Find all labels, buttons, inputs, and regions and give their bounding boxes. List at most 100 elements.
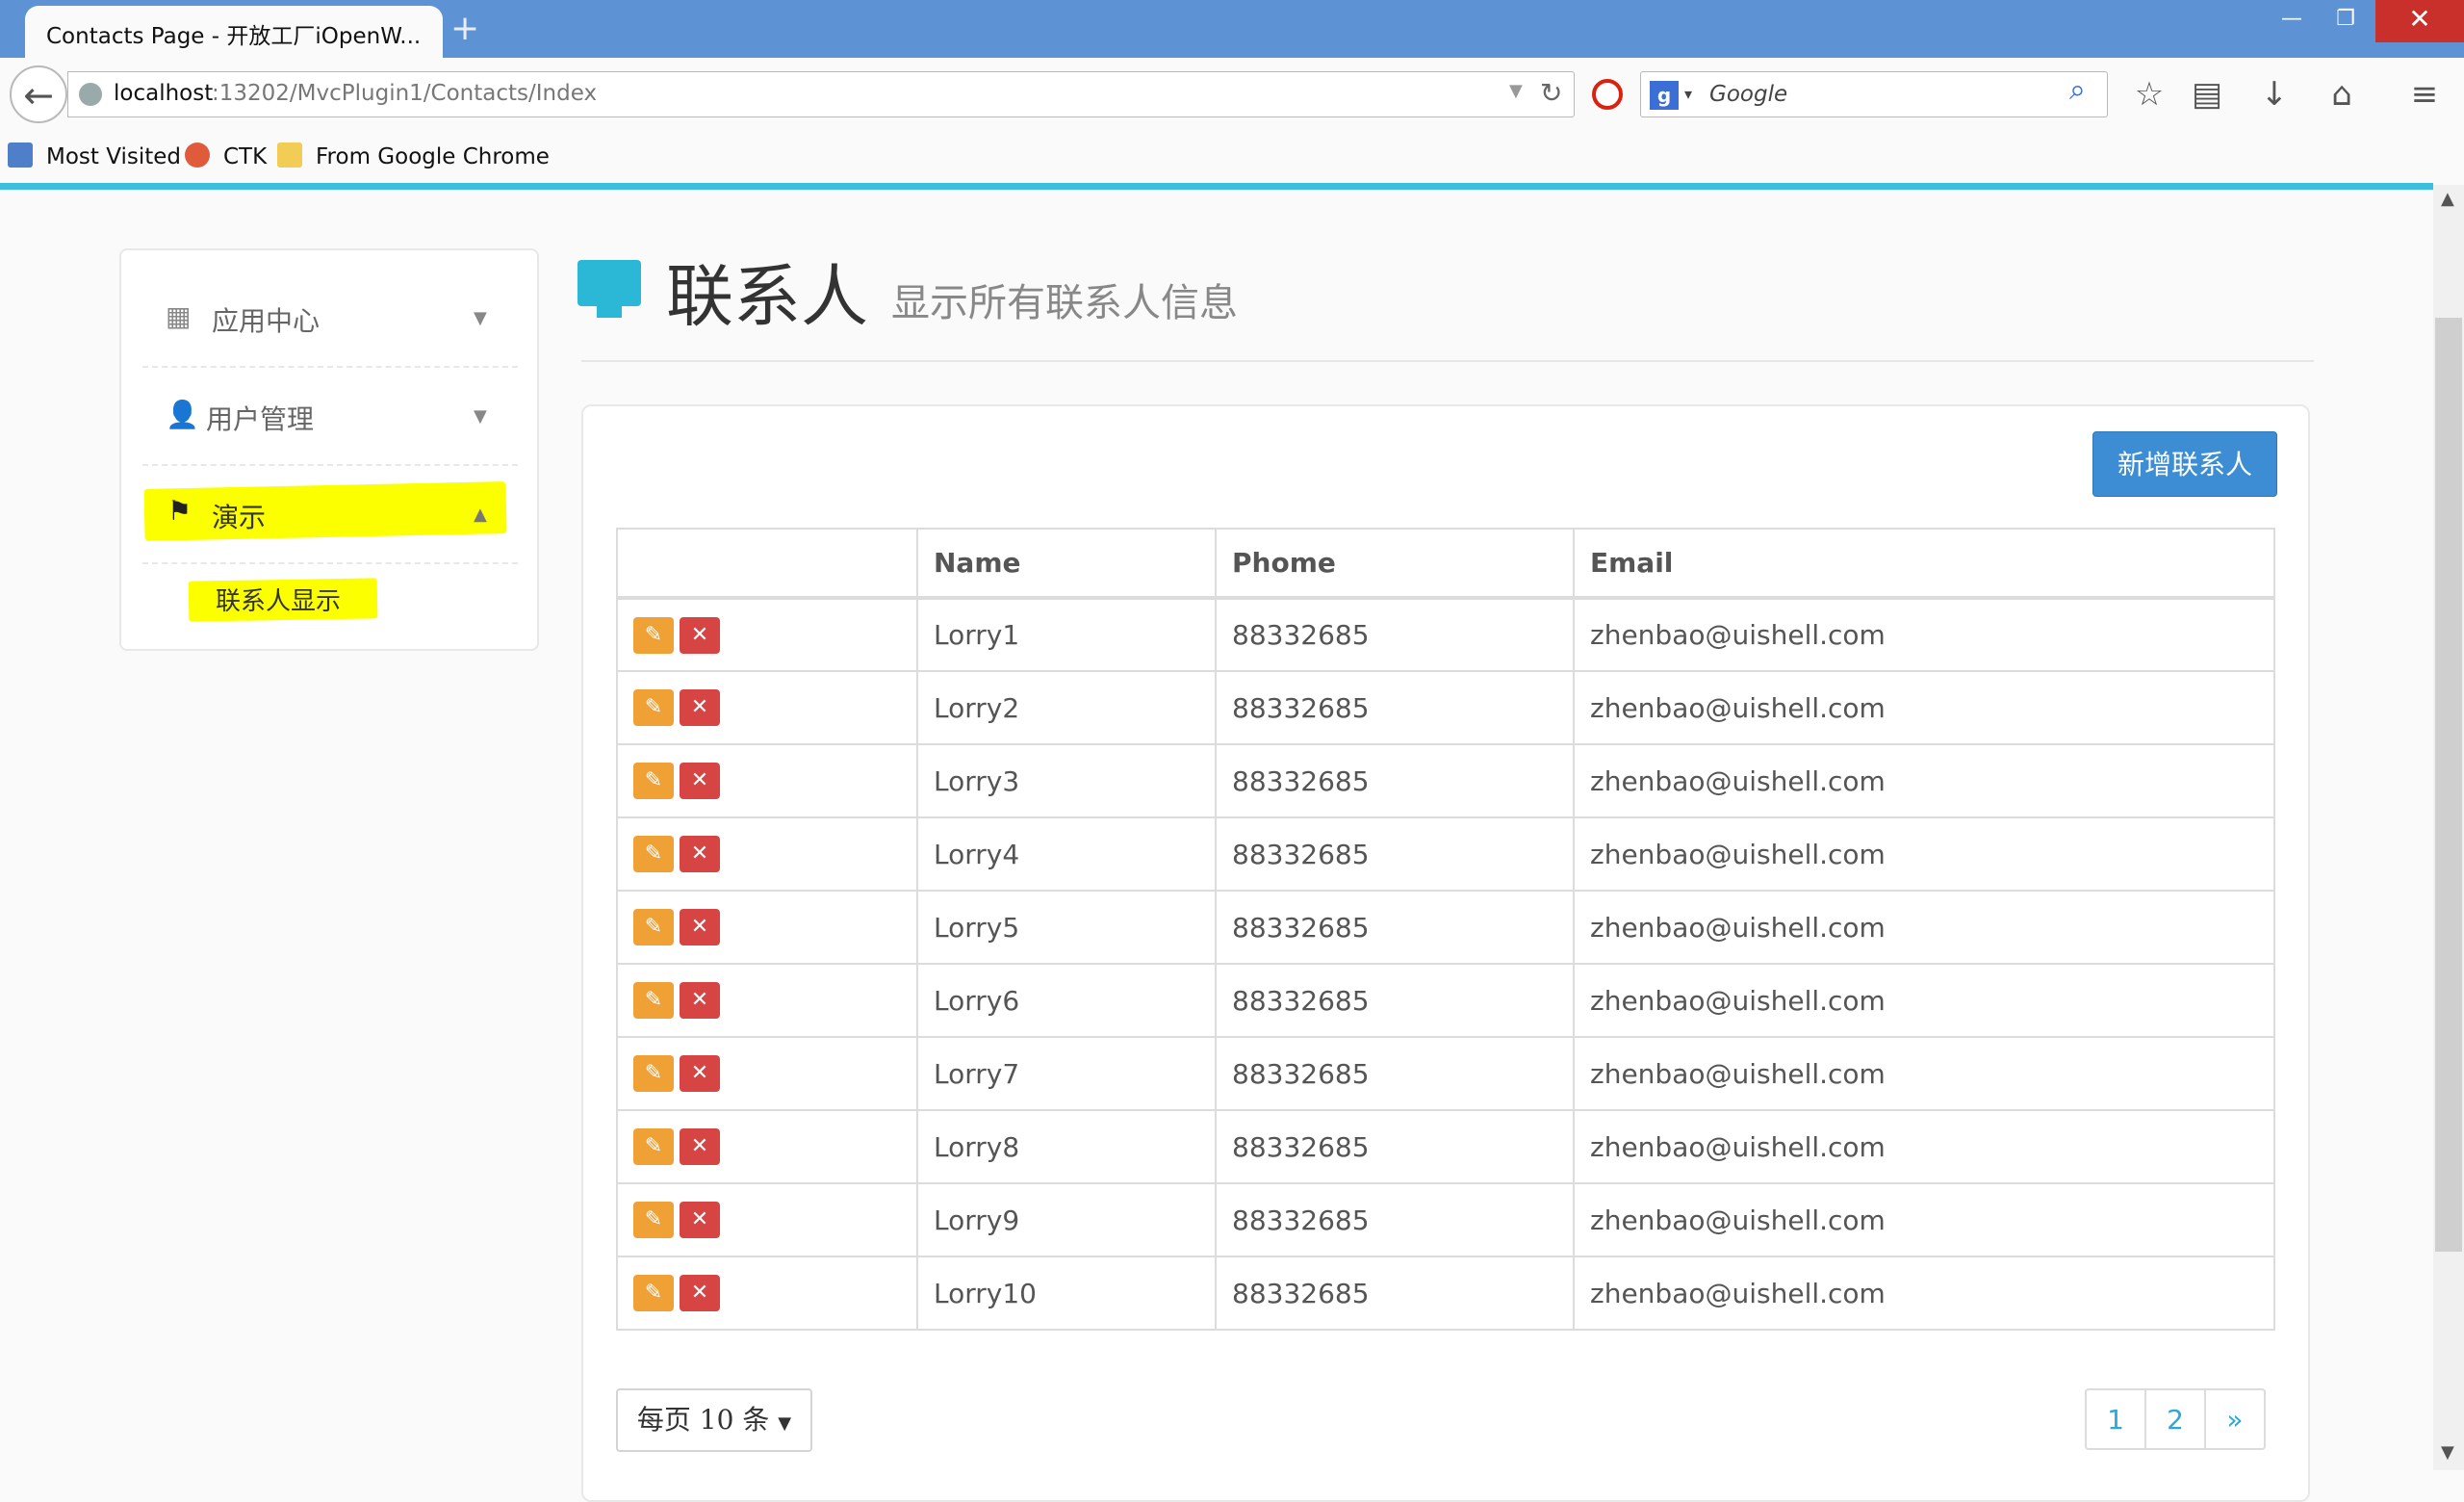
url-host[interactable]: localhost [114, 81, 213, 106]
url-dropdown-icon[interactable]: ▼ [1509, 81, 1523, 101]
cell-name: Lorry10 [916, 1256, 1217, 1331]
adblock-icon[interactable] [1592, 79, 1623, 110]
edit-pencil-icon[interactable]: ✎ [633, 836, 674, 872]
table-header-row: Name Phome Email [616, 528, 2275, 600]
flag-icon: ⚑ [167, 495, 192, 527]
home-icon[interactable]: ⌂ [2320, 75, 2364, 114]
back-button[interactable]: ← [10, 65, 67, 123]
edit-pencil-icon[interactable]: ✎ [633, 982, 674, 1019]
edit-pencil-icon[interactable]: ✎ [633, 1128, 674, 1165]
tab-title[interactable]: Contacts Page - 开放工厂iOpenW... [46, 17, 421, 50]
edit-pencil-icon[interactable]: ✎ [633, 1055, 674, 1092]
cell-name: Lorry9 [916, 1182, 1217, 1257]
page-link-next[interactable]: » [2204, 1388, 2266, 1450]
delete-x-icon[interactable]: ✕ [680, 1202, 720, 1238]
edit-pencil-icon[interactable]: ✎ [633, 909, 674, 945]
delete-x-icon[interactable]: ✕ [680, 1055, 720, 1092]
cell-name: Lorry8 [916, 1109, 1217, 1184]
ctk-icon[interactable] [185, 142, 210, 168]
scroll-up-icon[interactable]: ▲ [2441, 189, 2454, 209]
page-link-2[interactable]: 2 [2144, 1388, 2206, 1450]
edit-pencil-icon[interactable]: ✎ [633, 763, 674, 799]
edit-pencil-icon[interactable]: ✎ [633, 1202, 674, 1238]
close-window-button[interactable]: ✕ [2375, 0, 2464, 42]
cell-phone: 88332685 [1215, 597, 1575, 672]
engine-caret-icon[interactable]: ▾ [1684, 85, 1692, 103]
search-input[interactable]: Google [1709, 82, 1787, 107]
new-tab-button[interactable]: + [450, 10, 479, 48]
scroll-down-icon[interactable]: ▼ [2441, 1442, 2454, 1463]
sidebar-divider [142, 366, 518, 368]
delete-x-icon[interactable]: ✕ [680, 1275, 720, 1311]
delete-x-icon[interactable]: ✕ [680, 1128, 720, 1165]
delete-x-icon[interactable]: ✕ [680, 763, 720, 799]
row-actions: ✎ ✕ [616, 743, 918, 818]
page-subtitle: 显示所有联系人信息 [891, 281, 1238, 325]
folder-icon[interactable] [277, 142, 302, 168]
url-path[interactable]: :13202/MvcPlugin1/Contacts/Index [212, 81, 597, 106]
delete-x-icon[interactable]: ✕ [680, 836, 720, 872]
sidebar-divider [142, 562, 518, 564]
minimize-button[interactable]: — [2268, 0, 2316, 42]
bookmark-most-visited[interactable]: Most Visited [46, 144, 181, 169]
cell-phone: 88332685 [1215, 743, 1575, 818]
edit-pencil-icon[interactable]: ✎ [633, 616, 674, 654]
cell-email: zhenbao@uishell.com [1573, 1036, 2275, 1111]
highlight-mark [143, 481, 507, 541]
table-row: ✎ ✕ Lorry3 88332685 zhenbao@uishell.com [616, 743, 2275, 818]
google-engine-icon[interactable]: g [1650, 81, 1679, 110]
reload-icon[interactable]: ↻ [1540, 77, 1562, 109]
cell-email: zhenbao@uishell.com [1573, 670, 2275, 745]
sidebar-item-app-center[interactable]: 应用中心 [212, 300, 320, 339]
column-header-phone[interactable]: Phome [1215, 528, 1575, 600]
search-icon[interactable]: ⌕ [2069, 73, 2086, 107]
delete-x-icon[interactable]: ✕ [680, 616, 720, 654]
delete-x-icon[interactable]: ✕ [680, 909, 720, 945]
user-icon: 👤 [166, 399, 199, 430]
reading-list-icon[interactable]: ▤ [2185, 75, 2229, 114]
cell-email: zhenbao@uishell.com [1573, 597, 2275, 672]
download-icon[interactable]: ↓ [2252, 75, 2297, 114]
table-row: ✎ ✕ Lorry9 88332685 zhenbao@uishell.com [616, 1182, 2275, 1257]
sidebar-item-demo[interactable]: 演示 [212, 497, 266, 535]
delete-x-icon[interactable]: ✕ [680, 689, 720, 726]
title-divider [581, 360, 2314, 362]
table-row: ✎ ✕ Lorry7 88332685 zhenbao@uishell.com [616, 1036, 2275, 1111]
column-header-name[interactable]: Name [916, 528, 1217, 600]
bookmark-ctk[interactable]: CTK [223, 144, 267, 169]
pagination: 1 2 » [2085, 1388, 2266, 1452]
site-info-icon[interactable] [79, 83, 102, 106]
scrollbar-thumb[interactable] [2435, 318, 2462, 1252]
page-size-select[interactable]: 每页 10 条 ▼ [616, 1388, 812, 1452]
grid-icon: ▦ [166, 300, 192, 332]
maximize-button[interactable]: ❐ [2322, 0, 2370, 42]
edit-pencil-icon[interactable]: ✎ [633, 689, 674, 726]
row-actions: ✎ ✕ [616, 890, 918, 965]
row-actions: ✎ ✕ [616, 1036, 918, 1111]
edit-pencil-icon[interactable]: ✎ [633, 1275, 674, 1311]
monitor-icon [578, 260, 641, 306]
table-row: ✎ ✕ Lorry2 88332685 zhenbao@uishell.com [616, 670, 2275, 745]
cell-email: zhenbao@uishell.com [1573, 890, 2275, 965]
chevron-down-icon[interactable]: ▼ [474, 308, 487, 328]
chrome-divider [0, 183, 2433, 190]
bookmark-star-icon[interactable]: ☆ [2127, 75, 2171, 114]
bookmark-from-google-chrome[interactable]: From Google Chrome [316, 144, 550, 169]
cell-name: Lorry7 [916, 1036, 1217, 1111]
sidebar-subitem-contacts[interactable]: 联系人显示 [216, 582, 341, 617]
most-visited-icon[interactable] [8, 142, 33, 168]
column-header-email[interactable]: Email [1573, 528, 2275, 600]
add-contact-button[interactable]: 新增联系人 [2092, 431, 2277, 497]
delete-x-icon[interactable]: ✕ [680, 982, 720, 1019]
cell-phone: 88332685 [1215, 670, 1575, 745]
cell-phone: 88332685 [1215, 963, 1575, 1038]
page-link-1[interactable]: 1 [2085, 1388, 2146, 1450]
menu-icon[interactable]: ≡ [2402, 75, 2447, 114]
cell-email: zhenbao@uishell.com [1573, 963, 2275, 1038]
cell-phone: 88332685 [1215, 1036, 1575, 1111]
sidebar-item-user-management[interactable]: 用户管理 [206, 399, 314, 437]
cell-email: zhenbao@uishell.com [1573, 1109, 2275, 1184]
cell-name: Lorry2 [916, 670, 1217, 745]
chevron-down-icon[interactable]: ▼ [474, 406, 487, 427]
chevron-up-icon[interactable]: ▲ [474, 505, 487, 525]
